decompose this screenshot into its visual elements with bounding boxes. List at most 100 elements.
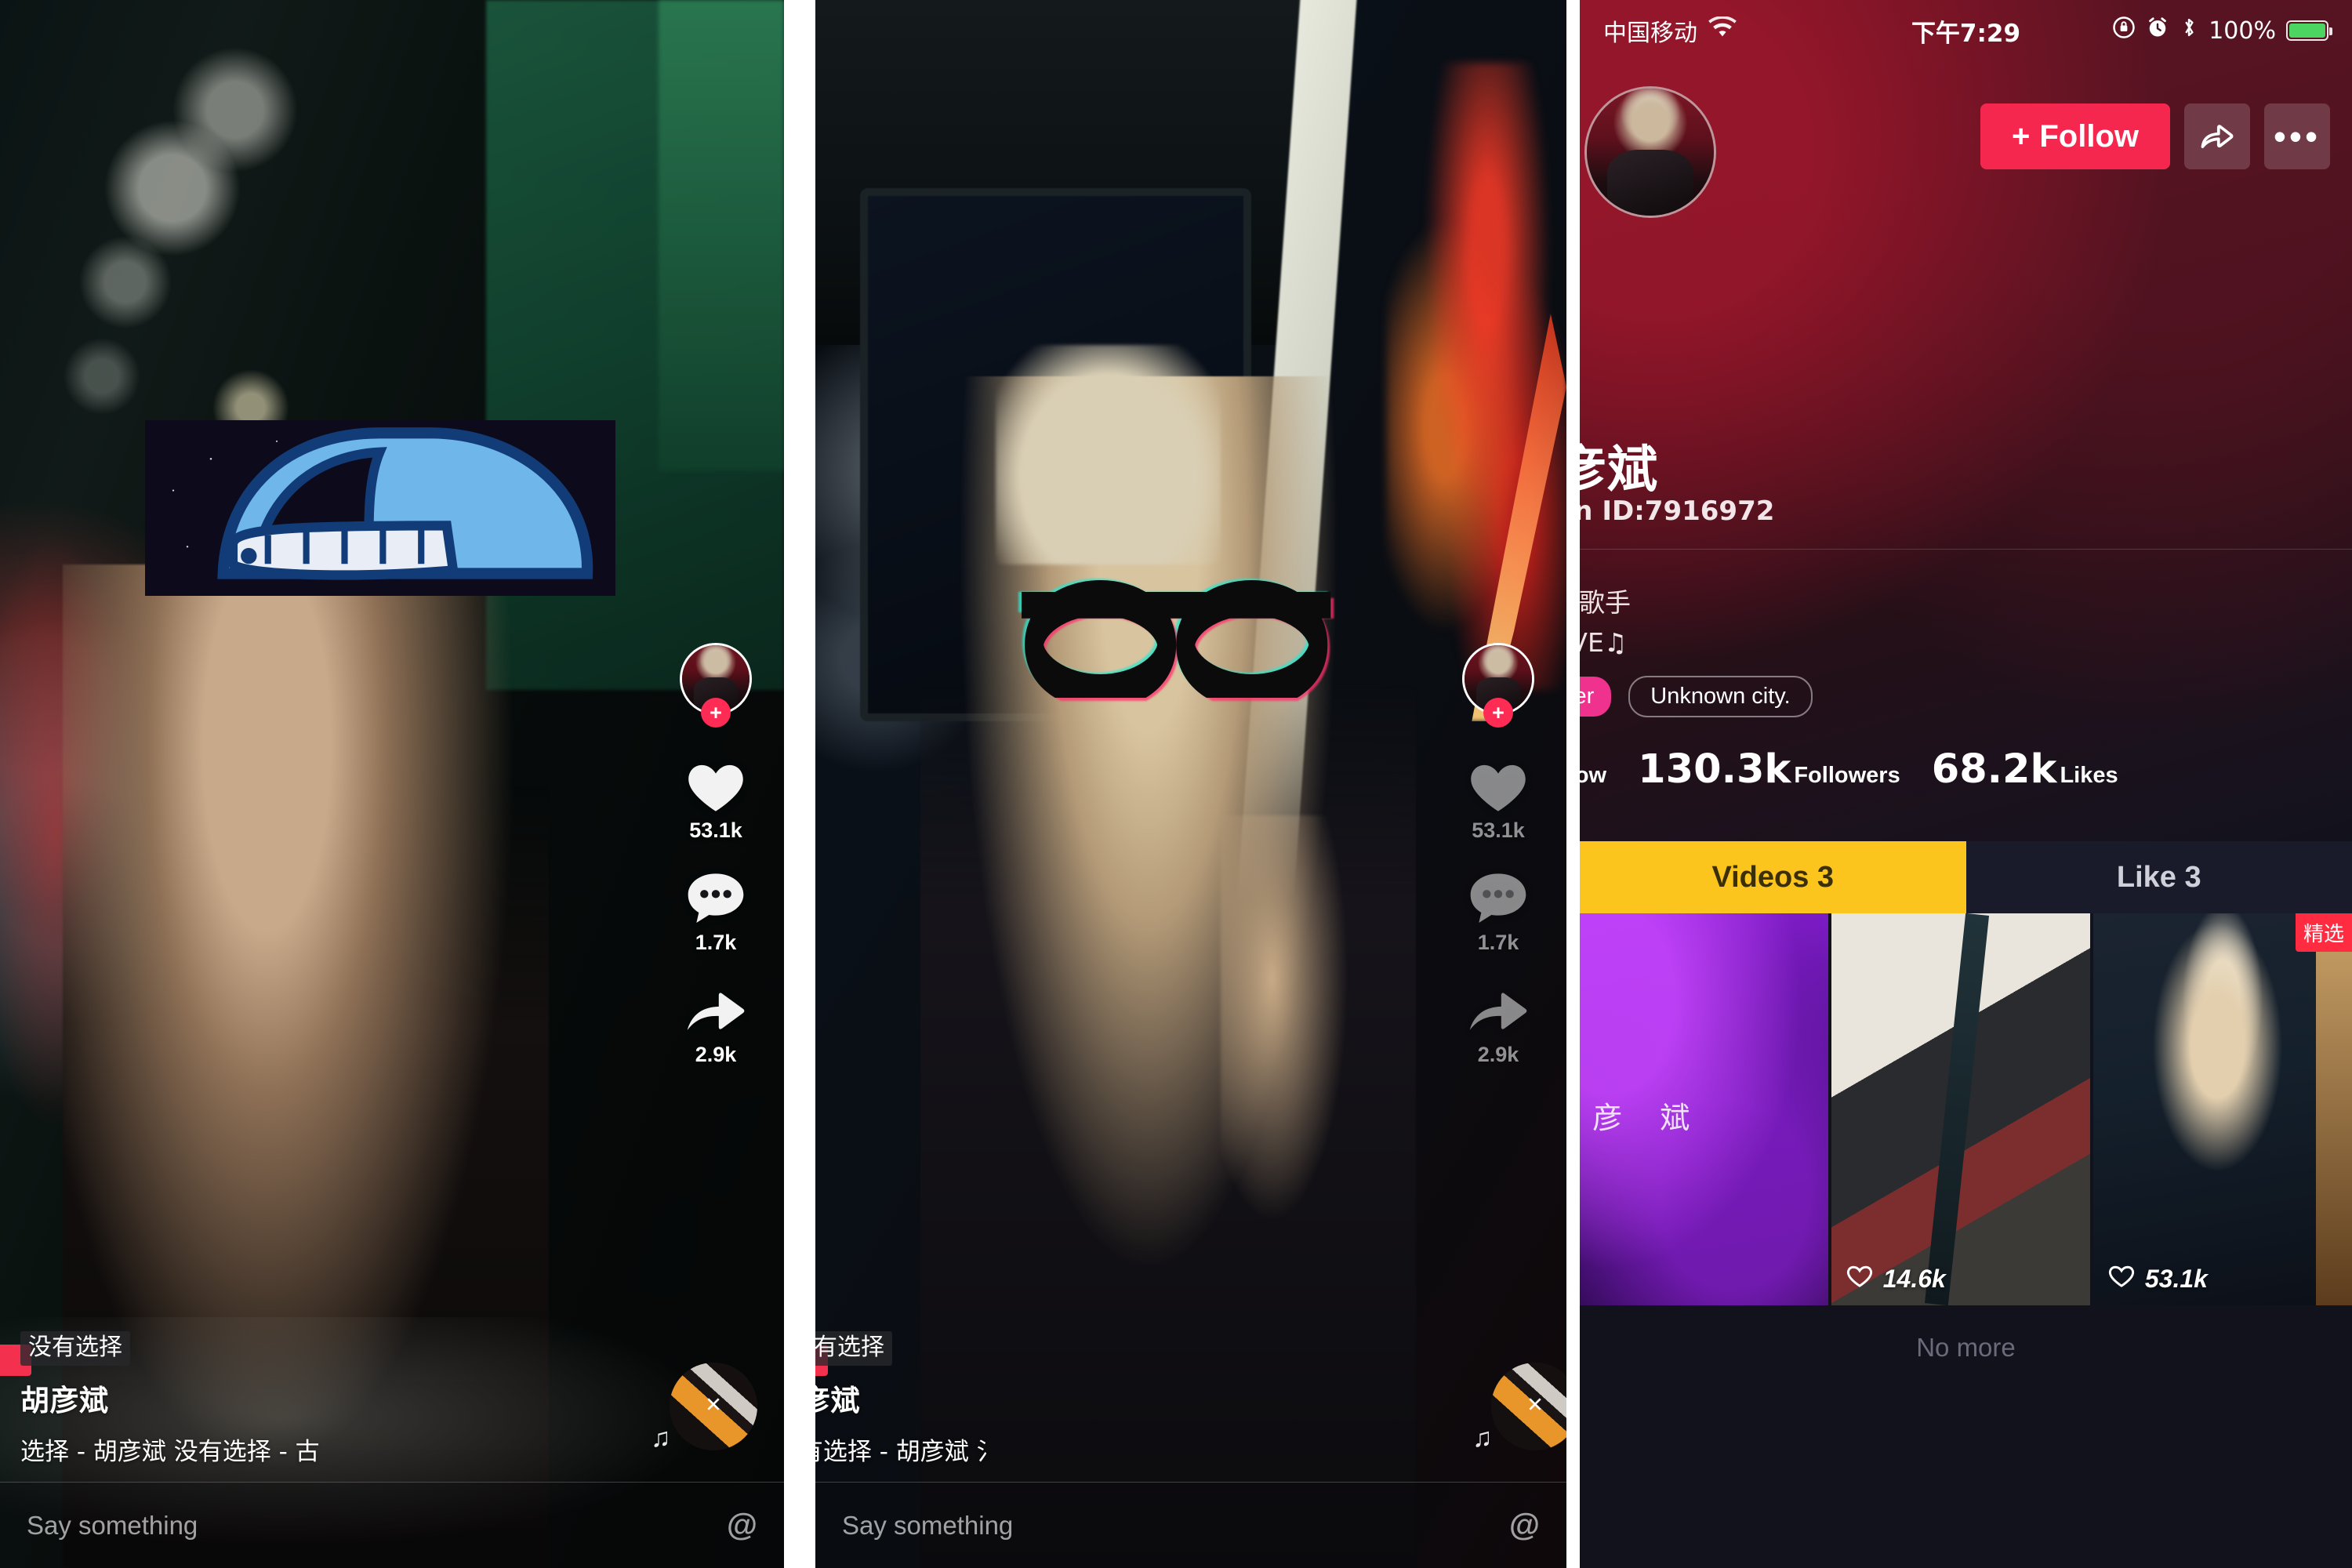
more-button[interactable]: ••• — [2264, 103, 2330, 169]
follow-button[interactable]: + Follow — [1980, 103, 2170, 169]
share-arrow-icon — [1465, 978, 1532, 1041]
profile-avatar[interactable] — [1584, 86, 1716, 218]
battery-full-icon — [2286, 20, 2332, 41]
music-disc-button[interactable]: ✕ ♫ — [1472, 1363, 1566, 1453]
comment-icon — [1465, 866, 1532, 929]
ar-glasses-sticker — [1018, 578, 1334, 712]
profile-stats: ollow 130.3k Followers 68.2k Likes — [1580, 746, 2118, 793]
comment-input-placeholder[interactable]: Say something — [27, 1511, 198, 1541]
music-note-icon: ♫ — [651, 1423, 671, 1453]
profile-chips: cer Unknown city. — [1580, 676, 1813, 717]
stat-value: 68.2k — [1931, 746, 2057, 793]
stat-following[interactable]: ollow — [1580, 763, 1606, 789]
video-caption-2: 有选择 彦斌 彦斌 没有选择 - 胡彦斌 氵 — [815, 1330, 1566, 1478]
plus-icon: + — [2012, 118, 2031, 154]
video-grid-item[interactable]: 精选 53.1k — [2092, 913, 2352, 1305]
city-chip[interactable]: Unknown city. — [1628, 676, 1813, 717]
profile-screen: 中国移动 下午7:29 100% + Follow ••• 彦斌 n ID:79… — [1580, 0, 2352, 1568]
scene-pointing-hand — [1221, 815, 1349, 1223]
music-ticker[interactable]: 彦斌 没有选择 - 胡彦斌 氵 — [815, 1432, 1546, 1466]
profile-name: 彦斌 — [1580, 441, 1658, 499]
comment-count: 1.7k — [1477, 931, 1519, 954]
video-caption-1: 没有选择 胡彦斌 选择 - 胡彦斌 没有选择 - 古 — [0, 1330, 784, 1478]
stat-label: Followers — [1794, 763, 1900, 788]
profile-panel: 中国移动 下午7:29 100% + Follow ••• 彦斌 n ID:79… — [1580, 0, 2352, 1568]
heart-icon — [1465, 754, 1532, 817]
video-panel-2: + 53.1k 1.7k 2.9k 有选择 彦斌 选择 - 胡彦斌 氵 ✕ ♫ … — [815, 0, 1566, 1568]
action-rail-2: + 53.1k 1.7k 2.9k — [1447, 643, 1549, 1091]
scene-blond-hair — [995, 345, 1221, 564]
profile-header-actions: + Follow ••• — [1980, 86, 2330, 169]
battery-percent-label: 100% — [2209, 16, 2276, 45]
stat-likes[interactable]: 68.2k Likes — [1932, 746, 2118, 793]
no-more-label: No more — [1916, 1333, 2016, 1362]
thumbnail-like: 53.1k — [2107, 1263, 2208, 1294]
screenshot-stage: + 53.1k 1.7k 2.9k 没有选择 胡彦斌 选择 - 胡彦斌 没有选择… — [0, 0, 2352, 1568]
follow-plus-button[interactable]: + — [1483, 698, 1513, 728]
stat-label: Likes — [2060, 763, 2118, 788]
scene-green-wall-2 — [659, 0, 784, 470]
profile-tabs: Videos 3 Like 3 — [1580, 841, 2352, 913]
comment-bar-2[interactable]: Say something @ — [815, 1482, 1566, 1568]
like-count: 53.1k — [2144, 1264, 2208, 1293]
stat-followers[interactable]: 130.3k Followers — [1638, 746, 1900, 793]
heart-outline-icon — [2107, 1263, 2136, 1294]
thumbnail-like: 14.6k — [1846, 1263, 1946, 1294]
profile-bio-line-1: 名歌手 — [1580, 587, 1631, 618]
at-icon[interactable]: @ — [1509, 1508, 1540, 1543]
more-dots-icon: ••• — [2273, 115, 2321, 157]
music-disc: ✕ — [670, 1363, 757, 1450]
ar-cap-sticker — [145, 420, 615, 596]
profile-header: + Follow ••• — [1580, 86, 2352, 235]
comment-icon — [682, 866, 750, 929]
music-disc-button[interactable]: ✕ ♫ — [651, 1363, 757, 1453]
hashtag-chip[interactable]: 有选择 — [815, 1330, 892, 1366]
follow-button-label: Follow — [2039, 118, 2139, 154]
author-name[interactable]: 胡彦斌 — [20, 1377, 764, 1419]
tab-videos[interactable]: Videos 3 — [1580, 841, 1966, 913]
share-count: 2.9k — [695, 1043, 737, 1066]
thumbnail-caption: 胡 彦 斌 — [1580, 1101, 1704, 1135]
music-note-icon: ♫ — [1472, 1423, 1493, 1453]
bluetooth-icon — [2180, 16, 2198, 45]
video-panel-1: + 53.1k 1.7k 2.9k 没有选择 胡彦斌 选择 - 胡彦斌 没有选择… — [0, 0, 784, 1568]
comment-button[interactable]: 1.7k — [1465, 866, 1532, 955]
share-button[interactable]: 2.9k — [1465, 978, 1532, 1067]
comment-bar-1[interactable]: Say something @ — [0, 1482, 784, 1568]
featured-badge: 精选 — [2295, 913, 2352, 952]
comment-input-placeholder[interactable]: Say something — [842, 1511, 1013, 1541]
profile-bio-line-2: OVE♫ — [1580, 627, 1628, 658]
heart-icon — [682, 754, 750, 817]
hashtag-chip[interactable]: 没有选择 — [20, 1330, 130, 1366]
like-button[interactable]: 53.1k — [682, 754, 750, 843]
tab-like[interactable]: Like 3 — [1965, 841, 2352, 913]
video-grid: 胡 彦 斌 2 14.6k — [1580, 913, 2352, 1305]
share-button[interactable]: 2.9k — [682, 978, 750, 1067]
divider — [1580, 549, 2352, 550]
comment-count: 1.7k — [695, 931, 737, 954]
video-grid-item[interactable]: 14.6k — [1831, 913, 2090, 1305]
share-count: 2.9k — [1477, 1043, 1519, 1066]
action-rail-1: + 53.1k 1.7k 2.9k — [665, 643, 767, 1091]
share-arrow-icon — [2199, 120, 2235, 154]
status-bar: 中国移动 下午7:29 100% — [1580, 0, 2352, 61]
role-badge: cer — [1580, 677, 1612, 717]
stat-label: ollow — [1580, 763, 1607, 788]
like-count: 53.1k — [689, 818, 742, 842]
comment-button[interactable]: 1.7k — [682, 866, 750, 955]
share-arrow-icon — [682, 978, 750, 1041]
follow-plus-button[interactable]: + — [701, 698, 731, 728]
profile-douyin-id: Yin ID:7916972 — [1580, 495, 1775, 527]
like-button[interactable]: 53.1k — [1465, 754, 1532, 843]
author-avatar-button[interactable]: + — [680, 643, 752, 728]
like-count: 14.6k — [1882, 1264, 1946, 1293]
stat-value: 130.3k — [1638, 746, 1791, 793]
share-button[interactable] — [2184, 103, 2250, 169]
alarm-icon — [2146, 16, 2169, 45]
author-name[interactable]: 彦斌 — [815, 1377, 1546, 1419]
video-grid-item[interactable]: 胡 彦 斌 2 — [1580, 913, 1828, 1305]
like-count: 53.1k — [1472, 818, 1525, 842]
author-avatar-button[interactable]: + — [1462, 643, 1534, 728]
at-icon[interactable]: @ — [727, 1508, 757, 1543]
rotation-lock-icon — [2112, 16, 2136, 45]
